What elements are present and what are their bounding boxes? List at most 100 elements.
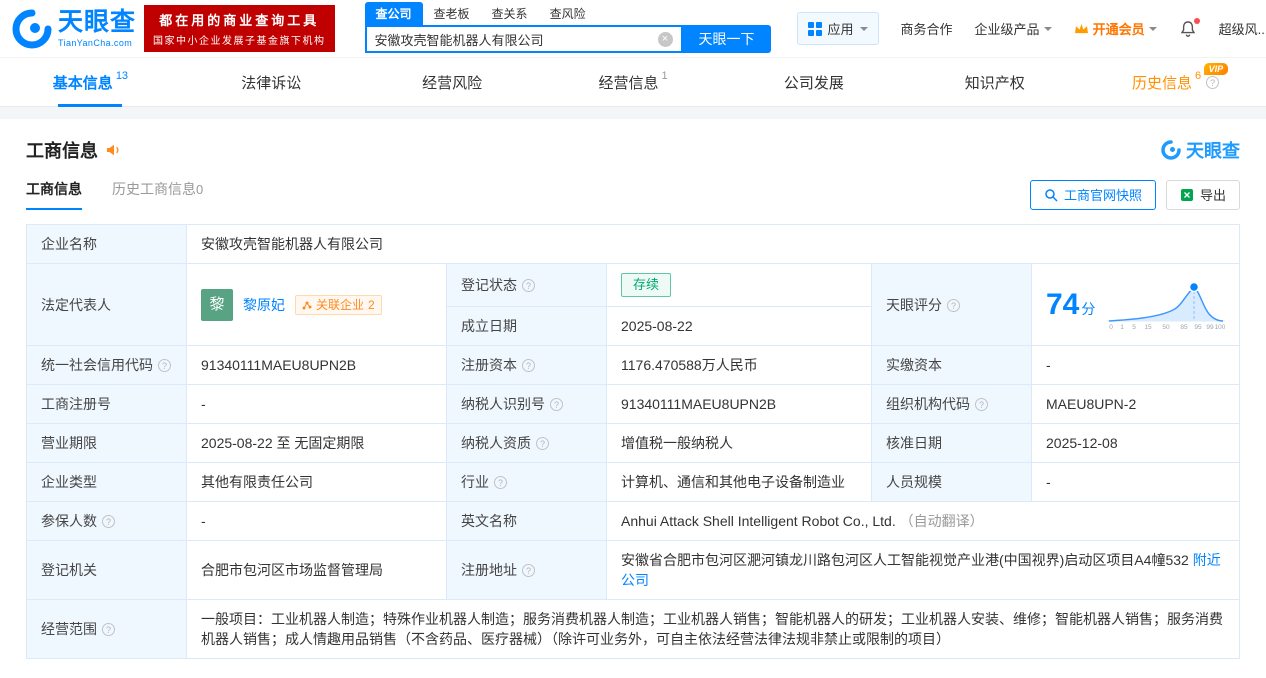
search-tab-risk[interactable]: 查风险	[539, 2, 597, 25]
tianyancha-logo-icon	[12, 9, 52, 48]
value-text: 合肥市包河区市场监督管理局	[201, 562, 383, 578]
label-text: 经营范围	[41, 621, 97, 637]
help-icon[interactable]: ?	[522, 564, 535, 577]
help-icon[interactable]: ?	[1206, 75, 1220, 89]
tab-intellectual-property-label: 知识产权	[964, 74, 1025, 92]
menu-business-cooperation[interactable]: 商务合作	[901, 19, 953, 38]
label-industry: 行业?	[446, 462, 607, 502]
label-credit-code: 统一社会信用代码?	[26, 345, 187, 385]
value-text: 增值税一般纳税人	[621, 435, 733, 451]
business-info-card: 工商信息 天眼查 工商信息 历史工商信息0 工商官网快照 导出 企业名称 安徽攻…	[0, 119, 1266, 678]
menu-enterprise-label: 企业级产品	[974, 22, 1040, 37]
help-icon[interactable]: ?	[102, 623, 115, 636]
auto-translate-note: （自动翻译）	[899, 513, 984, 529]
crown-icon	[1074, 23, 1088, 33]
label-text: 组织机构代码	[886, 396, 970, 412]
score-distribution-chart: 0 1 5 15 50 85 95 99 100	[1107, 281, 1225, 331]
tab-operation-info[interactable]: 经营信息 1	[543, 58, 724, 106]
clear-icon[interactable]: ×	[657, 31, 673, 47]
subtab-business-info[interactable]: 工商信息	[26, 179, 82, 210]
tab-intellectual-property[interactable]: 知识产权	[904, 58, 1085, 106]
legal-rep-avatar[interactable]: 黎	[201, 288, 233, 321]
value-taxpayer-id: 91340111MAEU8UPN2B	[606, 384, 872, 424]
value-reg-capital: 1176.470588万人民币	[606, 345, 872, 385]
related-graph-icon	[302, 301, 312, 309]
label-text: 登记状态	[461, 277, 517, 293]
label-text: 英文名称	[461, 513, 517, 529]
svg-text:99: 99	[1206, 324, 1214, 331]
svg-text:85: 85	[1180, 324, 1188, 331]
value-credit-code: 91340111MAEU8UPN2B	[186, 345, 447, 385]
subtab-history-business-info[interactable]: 历史工商信息0	[112, 179, 203, 210]
label-business-scope: 经营范围?	[26, 599, 187, 659]
label-establish-date: 成立日期	[446, 306, 607, 346]
search-input[interactable]	[366, 31, 658, 47]
table-row: 企业名称 安徽攻壳智能机器人有限公司	[26, 224, 1240, 264]
tab-operation-risk-label: 经营风险	[422, 74, 483, 92]
tab-history-info-label: 历史信息	[1132, 74, 1193, 92]
search-tab-boss[interactable]: 查老板	[423, 2, 481, 25]
value-reg-authority: 合肥市包河区市场监督管理局	[186, 540, 447, 600]
tianyancha-watermark-icon	[1161, 140, 1181, 160]
label-paid-capital: 实缴资本	[871, 345, 1032, 385]
export-label: 导出	[1199, 188, 1226, 203]
help-icon[interactable]: ?	[536, 437, 549, 450]
help-icon[interactable]: ?	[522, 279, 535, 292]
label-score: 天眼评分?	[871, 263, 1032, 346]
tab-basic-info[interactable]: 基本信息 13	[0, 58, 181, 106]
menu-open-vip[interactable]: 开通会员	[1074, 19, 1157, 38]
value-legal-rep: 黎 黎原妃 关联企业 2	[186, 263, 447, 346]
tab-legal-litigation-label: 法律诉讼	[241, 74, 302, 92]
search-box: ×	[364, 25, 683, 53]
legal-rep-name-link[interactable]: 黎原妃	[243, 295, 285, 315]
value-text: 1176.470588万人民币	[621, 357, 758, 373]
help-icon[interactable]: ?	[975, 398, 988, 411]
tab-legal-litigation[interactable]: 法律诉讼	[181, 58, 362, 106]
help-icon[interactable]: ?	[550, 398, 563, 411]
export-button[interactable]: 导出	[1165, 179, 1240, 210]
official-snapshot-button[interactable]: 工商官网快照	[1029, 179, 1156, 210]
value-text: -	[1046, 474, 1051, 490]
help-icon[interactable]: ?	[522, 359, 535, 372]
search-tab-company[interactable]: 查公司	[364, 2, 423, 25]
tab-operation-info-count: 1	[661, 70, 668, 82]
related-companies-tag[interactable]: 关联企业 2	[295, 294, 382, 315]
label-reg-status: 登记状态?	[446, 263, 607, 307]
value-score: 74 分 0 1 5 15 50 85 95 99 100	[1031, 263, 1240, 346]
tianyancha-logo[interactable]: 天眼查 TianYanCha.com	[12, 9, 136, 49]
value-text: 安徽攻壳智能机器人有限公司	[201, 236, 383, 252]
caret-down-icon	[1148, 26, 1157, 35]
value-taxpayer-quality: 增值税一般纳税人	[606, 423, 872, 463]
menu-enterprise-products[interactable]: 企业级产品	[975, 19, 1052, 38]
help-icon[interactable]: ?	[494, 476, 507, 489]
apps-menu-button[interactable]: 应用	[796, 12, 879, 45]
search-tabs: 查公司 查老板 查关系 查风险	[364, 2, 771, 25]
help-icon[interactable]: ?	[947, 298, 960, 312]
label-reg-capital: 注册资本?	[446, 345, 607, 385]
label-text: 企业名称	[41, 236, 97, 252]
value-business-scope: 一般项目：工业机器人制造；特殊作业机器人制造；服务消费机器人制造；工业机器人销售…	[186, 599, 1240, 659]
subtab-history-label: 历史工商信息	[112, 181, 196, 197]
label-text: 天眼评分	[886, 296, 942, 313]
main-content: 工商信息 天眼查 工商信息 历史工商信息0 工商官网快照 导出 企业名称 安徽攻…	[0, 107, 1266, 678]
notification-bell-icon[interactable]	[1179, 17, 1200, 38]
help-icon[interactable]: ?	[102, 515, 115, 528]
menu-super-label: 超级风...	[1218, 22, 1266, 37]
label-text: 营业期限	[41, 435, 97, 451]
label-text: 成立日期	[461, 318, 517, 334]
label-text: 企业类型	[41, 474, 97, 490]
tab-operation-risk[interactable]: 经营风险	[362, 58, 543, 106]
menu-super-risk[interactable]: 超级风...	[1219, 19, 1266, 38]
tab-company-development[interactable]: 公司发展	[723, 58, 904, 106]
label-reg-address: 注册地址?	[446, 540, 607, 600]
table-row: 工商注册号 - 纳税人识别号? 91340111MAEU8UPN2B 组织机构代…	[26, 384, 1240, 424]
help-icon[interactable]: ?	[158, 359, 171, 372]
tab-history-info-count: 6	[1195, 70, 1202, 82]
tab-history-info[interactable]: VIP 历史信息 6 ?	[1085, 58, 1266, 106]
section-title: 工商信息	[26, 137, 121, 163]
tianyancha-watermark-text: 天眼查	[1186, 141, 1240, 161]
search-button[interactable]: 天眼一下	[682, 25, 771, 53]
subtab-history-count: 0	[196, 182, 204, 197]
status-badge: 存续	[621, 273, 672, 297]
search-tab-relation[interactable]: 查关系	[481, 2, 539, 25]
